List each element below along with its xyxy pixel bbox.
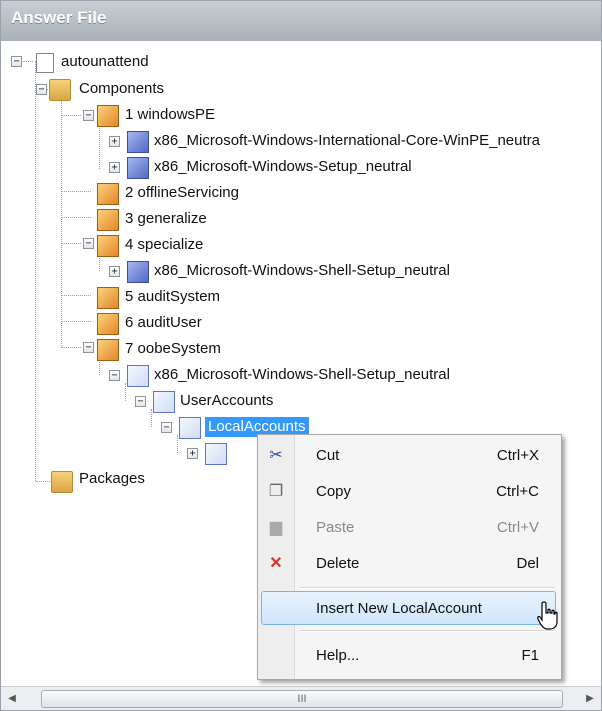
tree-node-component[interactable]: x86_Microsoft-Windows-International-Core… xyxy=(154,131,540,151)
tree-line xyxy=(61,115,81,116)
menu-item-shortcut: Del xyxy=(516,555,539,572)
tree-node-packages[interactable]: Packages xyxy=(79,469,145,489)
expand-toggle[interactable]: + xyxy=(109,266,120,277)
tree-node-useraccounts[interactable]: UserAccounts xyxy=(180,391,273,411)
scroll-right-button[interactable]: ▶ xyxy=(581,690,599,708)
tree-line xyxy=(61,295,91,296)
configuration-pass-icon xyxy=(97,209,119,231)
tree-node-auditsystem[interactable]: 5 auditSystem xyxy=(125,287,220,307)
configuration-pass-icon xyxy=(97,183,119,205)
folder-icon xyxy=(51,471,73,493)
scissors-icon: ✂ xyxy=(269,447,283,464)
tree-node-components[interactable]: Components xyxy=(79,79,164,99)
tree-line xyxy=(61,347,81,348)
component-icon xyxy=(127,157,149,179)
collapse-toggle[interactable]: − xyxy=(109,370,120,381)
configuration-pass-icon xyxy=(97,313,119,335)
configuration-pass-icon xyxy=(97,287,119,309)
expand-toggle[interactable]: + xyxy=(109,162,120,173)
tree-node-autounattend[interactable]: autounattend xyxy=(61,52,149,72)
setting-icon xyxy=(205,443,227,465)
expand-toggle[interactable]: + xyxy=(187,448,198,459)
panel-title-bar: Answer File xyxy=(1,1,601,41)
tree-line xyxy=(35,61,36,481)
tree-line xyxy=(61,321,91,322)
configuration-pass-icon xyxy=(97,105,119,127)
tree-node-oobesystem[interactable]: 7 oobeSystem xyxy=(125,339,221,359)
collapse-toggle[interactable]: − xyxy=(83,238,94,249)
tree-line xyxy=(61,95,62,346)
menu-item-delete[interactable]: ✕ Delete Del xyxy=(258,547,561,581)
horizontal-scrollbar[interactable]: ◀ III ▶ xyxy=(1,686,601,710)
setting-icon xyxy=(179,417,201,439)
scrollbar-grip: III xyxy=(297,693,307,705)
component-icon xyxy=(127,261,149,283)
menu-item-label: Cut xyxy=(316,447,340,464)
menu-item-copy[interactable]: ❐ Copy Ctrl+C xyxy=(258,475,561,509)
copy-icon: ❐ xyxy=(268,483,284,500)
collapse-toggle[interactable]: − xyxy=(135,396,146,407)
panel-title: Answer File xyxy=(11,8,107,27)
tree-line xyxy=(61,191,91,192)
context-menu: ✂ Cut Ctrl+X ❐ Copy Ctrl+C ▆ Paste Ctrl+… xyxy=(257,434,562,680)
menu-item-label: Copy xyxy=(316,483,352,500)
configuration-pass-icon xyxy=(97,339,119,361)
menu-item-paste[interactable]: ▆ Paste Ctrl+V xyxy=(258,511,561,545)
menu-item-label: Delete xyxy=(316,555,360,572)
delete-x-icon: ✕ xyxy=(269,555,283,572)
tree-line xyxy=(99,125,100,169)
component-icon xyxy=(127,365,149,387)
tree-line xyxy=(61,243,81,244)
tree-node-audituser[interactable]: 6 auditUser xyxy=(125,313,202,333)
tree-line xyxy=(125,383,126,401)
menu-item-shortcut: Ctrl+V xyxy=(496,519,539,536)
collapse-toggle[interactable]: − xyxy=(83,110,94,121)
tree-node-component[interactable]: x86_Microsoft-Windows-Shell-Setup_neutra… xyxy=(154,261,450,281)
folder-icon xyxy=(49,79,71,101)
paste-icon: ▆ xyxy=(269,519,283,536)
menu-item-insert-new-localaccount[interactable]: Insert New LocalAccount xyxy=(258,592,561,626)
menu-item-label: Insert New LocalAccount xyxy=(316,600,482,617)
menu-item-label: Paste xyxy=(316,519,355,536)
configuration-pass-icon xyxy=(97,235,119,257)
menu-item-shortcut: Ctrl+X xyxy=(496,447,539,464)
scrollbar-thumb[interactable]: III xyxy=(41,690,563,708)
tree-node-component[interactable]: x86_Microsoft-Windows-Setup_neutral xyxy=(154,157,412,177)
collapse-toggle[interactable]: − xyxy=(36,84,47,95)
tree-line xyxy=(177,435,178,453)
menu-separator xyxy=(300,587,555,589)
tree-line xyxy=(36,481,50,482)
tree-node-specialize[interactable]: 4 specialize xyxy=(125,235,203,255)
menu-item-shortcut: F1 xyxy=(521,647,539,664)
tree-node-generalize[interactable]: 3 generalize xyxy=(125,209,207,229)
tree-node-windowspe[interactable]: 1 windowsPE xyxy=(125,105,215,125)
expand-toggle[interactable]: + xyxy=(109,136,120,147)
scroll-left-button[interactable]: ◀ xyxy=(3,690,21,708)
collapse-toggle[interactable]: − xyxy=(161,422,172,433)
tree-line xyxy=(151,409,152,427)
menu-item-label: Help... xyxy=(316,647,360,664)
answer-file-icon xyxy=(36,53,54,73)
tree-node-component[interactable]: x86_Microsoft-Windows-Shell-Setup_neutra… xyxy=(154,365,450,385)
menu-item-shortcut: Ctrl+C xyxy=(496,483,539,500)
menu-separator xyxy=(300,630,555,632)
hand-cursor-icon xyxy=(537,601,558,630)
menu-item-help[interactable]: Help... F1 xyxy=(258,639,561,673)
collapse-toggle[interactable]: − xyxy=(11,56,22,67)
collapse-toggle[interactable]: − xyxy=(83,342,94,353)
tree-line xyxy=(61,217,91,218)
setting-icon xyxy=(153,391,175,413)
menu-item-cut[interactable]: ✂ Cut Ctrl+X xyxy=(258,439,561,473)
tree-node-offlineservicing[interactable]: 2 offlineServicing xyxy=(125,183,239,203)
component-icon xyxy=(127,131,149,153)
tree-line xyxy=(23,61,33,62)
